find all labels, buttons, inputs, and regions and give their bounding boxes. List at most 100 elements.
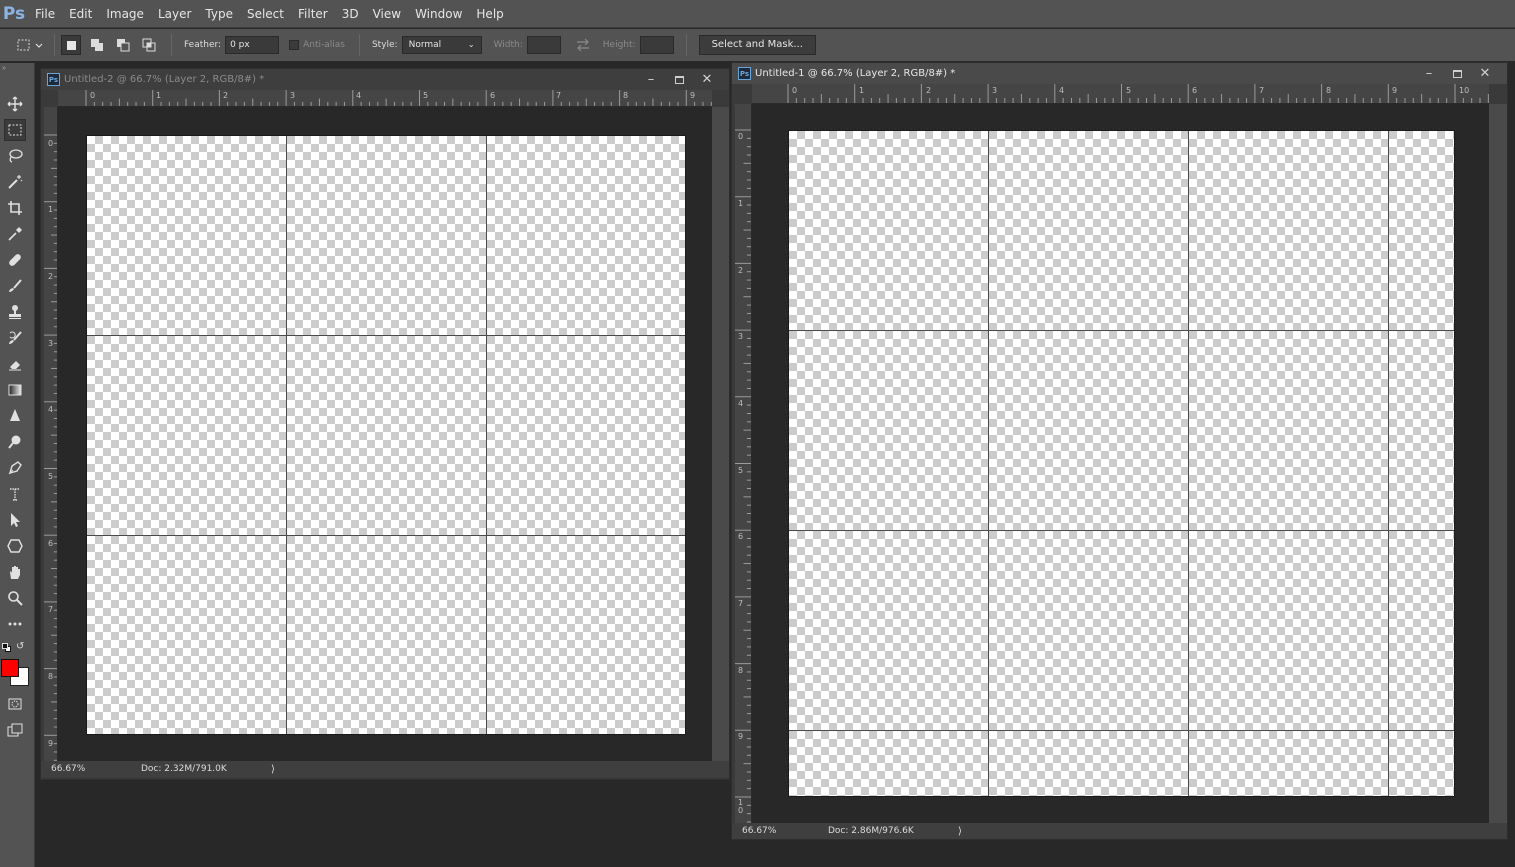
ruler-label: 8 bbox=[1326, 86, 1332, 95]
height-input[interactable] bbox=[639, 36, 674, 54]
zoom-level[interactable]: 66.67% bbox=[742, 826, 828, 836]
menu-layer[interactable]: Layer bbox=[151, 0, 198, 28]
menu-file[interactable]: File bbox=[28, 0, 62, 28]
healing-brush-tool[interactable] bbox=[4, 249, 26, 271]
intersect-selection-icon bbox=[142, 38, 156, 52]
menu-type[interactable]: Type bbox=[198, 0, 240, 28]
pen-tool[interactable] bbox=[4, 457, 26, 479]
chevron-right-icon[interactable]: ⟩ bbox=[958, 826, 962, 837]
crop-tool[interactable] bbox=[4, 197, 26, 219]
marquee-preset-icon bbox=[17, 39, 43, 51]
vertical-scrollbar[interactable] bbox=[712, 107, 729, 761]
ps-document-icon: Ps bbox=[47, 73, 60, 86]
minimize-button[interactable]: – bbox=[637, 69, 665, 90]
menu-help[interactable]: Help bbox=[469, 0, 510, 28]
move-icon bbox=[7, 96, 23, 112]
magnifier-icon bbox=[8, 591, 23, 606]
eraser-tool[interactable] bbox=[4, 353, 26, 375]
document-title-bar[interactable]: Ps Untitled-1 @ 66.7% (Layer 2, RGB/8#) … bbox=[732, 63, 1507, 84]
close-button[interactable]: ✕ bbox=[693, 69, 721, 90]
eyedropper-tool[interactable] bbox=[4, 223, 26, 245]
close-icon: ✕ bbox=[1479, 66, 1491, 81]
bandage-icon bbox=[9, 254, 21, 266]
vertical-scrollbar[interactable] bbox=[1489, 104, 1507, 823]
ruler-label: 1 bbox=[156, 91, 162, 100]
minimize-icon: – bbox=[1425, 66, 1433, 81]
menu-filter[interactable]: Filter bbox=[291, 0, 335, 28]
ruler-label: 5 bbox=[1126, 86, 1132, 95]
horizontal-ruler[interactable]: 0 1 2 3 4 5 6 7 8 9 bbox=[58, 90, 712, 107]
ruler-label: 5 bbox=[738, 466, 744, 475]
gradient-tool[interactable] bbox=[4, 379, 26, 401]
document-title-bar[interactable]: Ps Untitled-2 @ 66.7% (Layer 2, RGB/8#) … bbox=[41, 69, 729, 90]
rectangular-marquee-tool[interactable] bbox=[4, 119, 26, 141]
ruler-label: 7 bbox=[738, 599, 744, 608]
close-button[interactable]: ✕ bbox=[1471, 63, 1499, 84]
vertical-ruler[interactable]: 0 1 2 3 4 5 6 7 8 9 1 0 bbox=[735, 104, 752, 823]
quick-mask-mode[interactable] bbox=[4, 693, 26, 715]
collapse-arrows-icon[interactable]: » bbox=[2, 65, 6, 72]
guide-line bbox=[789, 530, 1454, 531]
lasso-tool[interactable] bbox=[4, 145, 26, 167]
status-bar: 66.67% Doc: 2.86M/976.6K ⟩ bbox=[732, 823, 1507, 839]
menu-select[interactable]: Select bbox=[240, 0, 291, 28]
gradient-icon bbox=[8, 384, 22, 396]
zoom-tool[interactable] bbox=[4, 587, 26, 609]
swap-width-height-button[interactable] bbox=[573, 35, 593, 55]
brush-tool[interactable] bbox=[4, 275, 26, 297]
feather-label: Feather: bbox=[184, 40, 222, 50]
clone-stamp-tool[interactable] bbox=[4, 301, 26, 323]
add-to-selection-button[interactable] bbox=[87, 35, 107, 55]
chevron-right-icon[interactable]: ⟩ bbox=[271, 764, 275, 775]
maximize-button[interactable] bbox=[1443, 63, 1471, 84]
screen-mode[interactable] bbox=[4, 719, 26, 741]
menu-image[interactable]: Image bbox=[99, 0, 151, 28]
pasteboard[interactable] bbox=[58, 107, 712, 761]
vertical-ruler[interactable]: 0 1 2 3 4 5 6 7 8 9 bbox=[44, 107, 58, 761]
width-input[interactable] bbox=[526, 36, 561, 54]
height-label: Height: bbox=[602, 40, 636, 50]
feather-input[interactable]: 0 px bbox=[225, 36, 280, 54]
pasteboard[interactable] bbox=[752, 104, 1489, 823]
subtract-from-selection-button[interactable] bbox=[113, 35, 133, 55]
type-tool[interactable] bbox=[4, 483, 26, 505]
dodge-tool[interactable] bbox=[4, 431, 26, 453]
menu-edit[interactable]: Edit bbox=[62, 0, 99, 28]
foreground-color-swatch[interactable] bbox=[1, 659, 19, 677]
ruler-label: 9 bbox=[738, 732, 744, 741]
document-canvas[interactable] bbox=[86, 135, 686, 735]
window-controls: – ✕ bbox=[1415, 63, 1499, 84]
magic-wand-tool[interactable] bbox=[4, 171, 26, 193]
swap-colors-icon[interactable]: ↺ bbox=[16, 641, 24, 652]
document-canvas[interactable] bbox=[788, 130, 1455, 797]
horizontal-ruler[interactable]: 0 1 2 3 4 5 6 7 8 9 10 bbox=[752, 84, 1489, 104]
ruler-label: 1 0 bbox=[738, 798, 744, 815]
maximize-button[interactable] bbox=[665, 69, 693, 90]
menu-window[interactable]: Window bbox=[408, 0, 469, 28]
ruler-label: 8 bbox=[623, 91, 629, 100]
document-title: Untitled-2 @ 66.7% (Layer 2, RGB/8#) * bbox=[64, 74, 265, 85]
intersect-selection-button[interactable] bbox=[139, 35, 159, 55]
default-colors-icon[interactable] bbox=[2, 643, 11, 652]
ruler-label: 9 bbox=[48, 739, 54, 748]
tool-preset-picker[interactable] bbox=[14, 35, 48, 55]
zoom-level[interactable]: 66.67% bbox=[51, 764, 141, 774]
path-selection-tool[interactable] bbox=[4, 509, 26, 531]
more-tools[interactable] bbox=[4, 613, 26, 635]
antialias-checkbox[interactable] bbox=[289, 40, 300, 50]
history-brush-tool[interactable] bbox=[4, 327, 26, 349]
hand-tool[interactable] bbox=[4, 561, 26, 583]
document-window-untitled-2[interactable]: Ps Untitled-2 @ 66.7% (Layer 2, RGB/8#) … bbox=[40, 68, 730, 780]
blur-tool[interactable] bbox=[4, 405, 26, 427]
minimize-button[interactable]: – bbox=[1415, 63, 1443, 84]
menu-3d[interactable]: 3D bbox=[335, 0, 366, 28]
select-and-mask-button[interactable]: Select and Mask... bbox=[698, 35, 816, 55]
type-icon bbox=[10, 488, 20, 501]
new-selection-button[interactable] bbox=[61, 35, 81, 55]
document-window-untitled-1[interactable]: Ps Untitled-1 @ 66.7% (Layer 2, RGB/8#) … bbox=[731, 62, 1508, 840]
shape-tool[interactable] bbox=[4, 535, 26, 557]
move-tool[interactable] bbox=[4, 93, 26, 115]
style-select[interactable]: Normal ⌄ bbox=[401, 36, 482, 54]
menu-view[interactable]: View bbox=[366, 0, 408, 28]
ruler-label: 2 bbox=[738, 266, 744, 275]
